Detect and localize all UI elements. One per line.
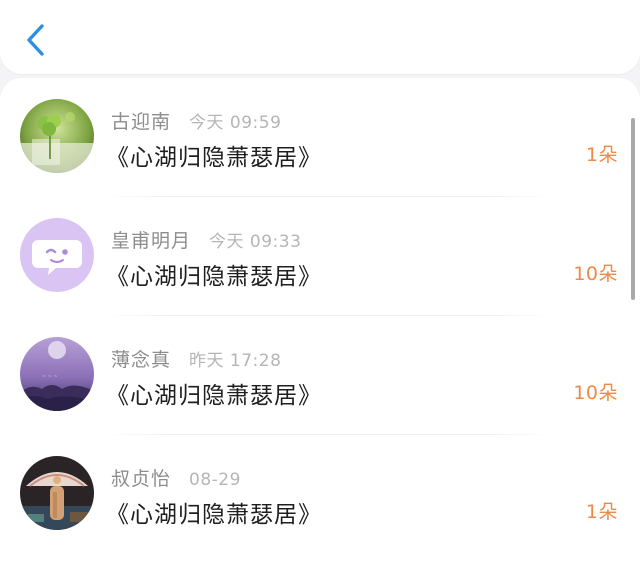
gift-count: 1朵 <box>585 144 618 166</box>
gift-count: 10朵 <box>573 263 618 285</box>
book-title: 《心湖归隐萧瑟居》 <box>106 145 322 171</box>
avatar[interactable] <box>20 218 94 292</box>
avatar[interactable] <box>20 456 94 530</box>
timestamp: 08-29 <box>189 470 241 490</box>
chevron-left-icon <box>27 24 44 56</box>
gift-count: 1朵 <box>585 501 618 523</box>
item-meta: 薄念真 昨天 17:28 <box>111 345 281 371</box>
timestamp: 今天 09:59 <box>189 113 282 133</box>
top-bar <box>0 0 640 74</box>
item-meta: 皇甫明月 今天 09:33 <box>111 226 301 252</box>
gift-count: 10朵 <box>573 382 618 404</box>
svg-text:~ ~ ~: ~ ~ ~ <box>42 374 58 380</box>
timestamp: 今天 09:33 <box>209 232 302 252</box>
list-item[interactable]: 古迎南 今天 09:59 《心湖归隐萧瑟居》 1朵 <box>0 78 640 197</box>
back-button[interactable] <box>18 20 54 60</box>
item-meta: 古迎南 今天 09:59 <box>111 107 281 133</box>
avatar[interactable]: ~ ~ ~ <box>20 337 94 411</box>
list-item[interactable]: ~ ~ ~ 薄念真 昨天 17:28 《心湖归隐萧瑟居》 10朵 <box>0 316 640 435</box>
book-title: 《心湖归隐萧瑟居》 <box>106 502 322 528</box>
sender-name: 叔贞怡 <box>111 468 172 490</box>
book-title: 《心湖归隐萧瑟居》 <box>106 264 322 290</box>
item-meta: 叔贞怡 08-29 <box>111 464 241 490</box>
book-title: 《心湖归隐萧瑟居》 <box>106 383 322 409</box>
avatar[interactable] <box>20 99 94 173</box>
list-item[interactable]: 叔贞怡 08-29 《心湖归隐萧瑟居》 1朵 <box>0 435 640 554</box>
timestamp: 昨天 17:28 <box>189 351 282 371</box>
gift-record-list[interactable]: 古迎南 今天 09:59 《心湖归隐萧瑟居》 1朵 皇甫明月 今天 09:33 … <box>0 78 640 568</box>
sender-name: 薄念真 <box>111 349 172 371</box>
sender-name: 古迎南 <box>111 111 172 133</box>
sender-name: 皇甫明月 <box>111 230 192 252</box>
scrollbar[interactable] <box>631 118 635 300</box>
list-item[interactable]: 皇甫明月 今天 09:33 《心湖归隐萧瑟居》 10朵 <box>0 197 640 316</box>
